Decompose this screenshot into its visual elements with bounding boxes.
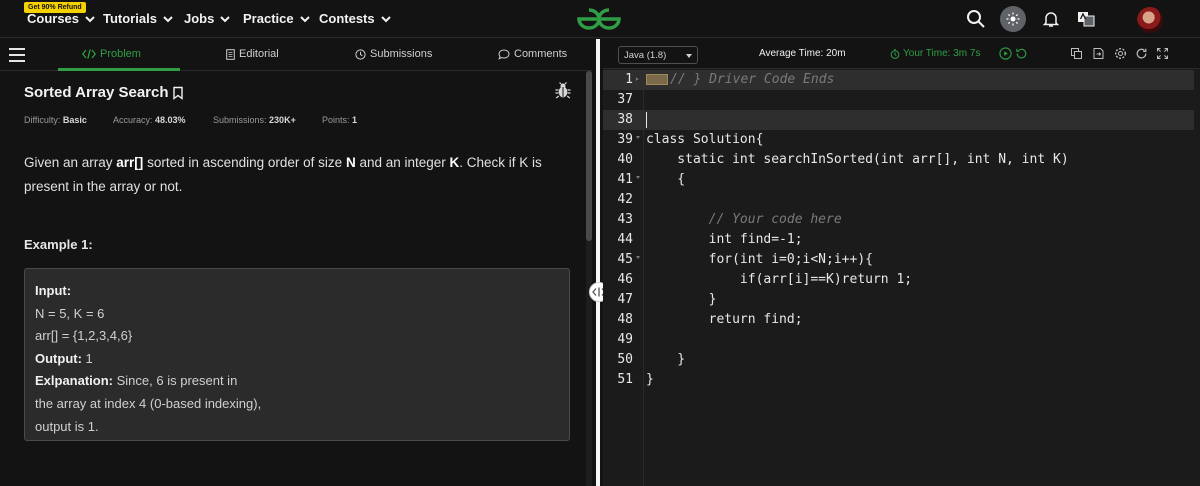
comment-icon [498, 48, 510, 60]
code-line[interactable]: 48 return find; [603, 310, 1194, 330]
file-import-icon[interactable] [1092, 47, 1105, 60]
problem-pane: Problem Editorial Submissions Comments S… [0, 39, 592, 486]
code-line[interactable]: 46 if(arr[i]==K)return 1; [603, 270, 1194, 290]
reset-timer-icon[interactable] [1015, 47, 1028, 60]
top-navbar: Get 90% Refund Courses Tutorials Jobs Pr… [0, 0, 1200, 38]
caret-down-icon [686, 54, 692, 58]
chevron-down-icon [299, 15, 310, 22]
code-line[interactable]: 45 for(int i=0;i<N;i++){ [603, 250, 1194, 270]
chevron-down-icon [380, 15, 391, 22]
example-box: Input: N = 5, K = 6 arr[] = {1,2,3,4,6} … [24, 268, 570, 441]
tab-submissions[interactable]: Submissions [355, 48, 432, 60]
submissions-meta: Submissions: 230K+ [213, 115, 296, 125]
search-icon[interactable] [966, 9, 986, 29]
nav-jobs[interactable]: Jobs [184, 11, 231, 26]
code-line[interactable]: 51} [603, 370, 1194, 390]
refresh-icon[interactable] [1135, 47, 1148, 60]
avatar[interactable] [1137, 7, 1163, 33]
problem-scrollbar[interactable] [586, 71, 592, 486]
stopwatch-icon [890, 48, 900, 59]
copy-icon[interactable] [1070, 47, 1083, 60]
difficulty-meta: Difficulty: Basic [24, 115, 87, 125]
code-line[interactable]: 43 // Your code here [603, 210, 1194, 230]
your-time: Your Time: 3m 7s [890, 48, 980, 59]
editor-pane: Java (1.8) Average Time: 20m Your Time: … [603, 39, 1200, 486]
scrollbar-thumb[interactable] [586, 71, 592, 241]
tab-problem[interactable]: Problem [82, 48, 141, 60]
tab-editorial[interactable]: Editorial [226, 48, 279, 60]
editor-scrollbar[interactable] [1194, 70, 1200, 486]
active-tab-indicator [58, 68, 180, 71]
code-editor[interactable]: 1 // } Driver Code Ends 37 38 39 class So… [603, 70, 1194, 486]
fold-arrow-icon[interactable] [636, 176, 640, 179]
code-line[interactable]: 37 [603, 90, 1194, 110]
language-select[interactable]: Java (1.8) [618, 46, 698, 64]
fold-arrow-icon[interactable] [636, 136, 640, 139]
nav-practice[interactable]: Practice [243, 11, 311, 26]
theme-toggle-button[interactable] [1000, 6, 1026, 32]
problem-description: Given an array arr[] sorted in ascending… [24, 155, 542, 194]
folded-code-marker[interactable] [646, 74, 668, 85]
fold-arrow-icon[interactable] [636, 77, 639, 81]
settings-icon[interactable] [1114, 47, 1127, 60]
code-icon [82, 49, 96, 59]
code-line[interactable]: 44 int find=-1; [603, 230, 1194, 250]
code-line[interactable]: 47 } [603, 290, 1194, 310]
code-line-active[interactable]: 38 [603, 110, 1194, 130]
fold-arrow-icon[interactable] [636, 256, 640, 259]
sun-icon [1006, 12, 1020, 26]
nav-courses[interactable]: Courses [27, 11, 96, 26]
bookmark-icon[interactable] [172, 86, 184, 100]
example-title: Example 1: [24, 237, 93, 252]
menu-icon[interactable] [9, 46, 25, 64]
points-meta: Points: 1 [322, 115, 358, 125]
translate-icon[interactable] [1076, 9, 1096, 29]
report-bug-icon[interactable] [554, 82, 572, 100]
code-line[interactable]: 49 [603, 330, 1194, 350]
nav-contests[interactable]: Contests [319, 11, 392, 26]
chevron-down-icon [163, 15, 173, 22]
code-line[interactable]: 50 } [603, 350, 1194, 370]
code-line[interactable]: 1 // } Driver Code Ends [603, 70, 1194, 90]
page-title: Sorted Array Search [24, 84, 184, 101]
chevron-down-icon [85, 15, 95, 22]
average-time: Average Time: 20m [759, 48, 846, 59]
accuracy-meta: Accuracy: 48.03% [113, 115, 186, 125]
code-line[interactable]: 42 [603, 190, 1194, 210]
clock-icon [355, 48, 366, 60]
document-icon [226, 48, 235, 60]
play-icon[interactable] [999, 47, 1012, 60]
pane-divider[interactable] [596, 39, 600, 486]
text-cursor [646, 112, 647, 128]
problem-tabs: Problem Editorial Submissions Comments [0, 39, 592, 71]
nav-tutorials[interactable]: Tutorials [103, 11, 174, 26]
editor-toolbar: Java (1.8) Average Time: 20m Your Time: … [603, 39, 1200, 69]
code-line[interactable]: 39 class Solution{ [603, 130, 1194, 150]
code-line[interactable]: 41 { [603, 170, 1194, 190]
tab-comments[interactable]: Comments [498, 48, 567, 60]
bell-icon[interactable] [1041, 9, 1061, 29]
fullscreen-icon[interactable] [1156, 47, 1169, 60]
gfg-logo-icon[interactable] [575, 5, 623, 33]
chevron-down-icon [220, 15, 231, 22]
code-line[interactable]: 40 static int searchInSorted(int arr[], … [603, 150, 1194, 170]
